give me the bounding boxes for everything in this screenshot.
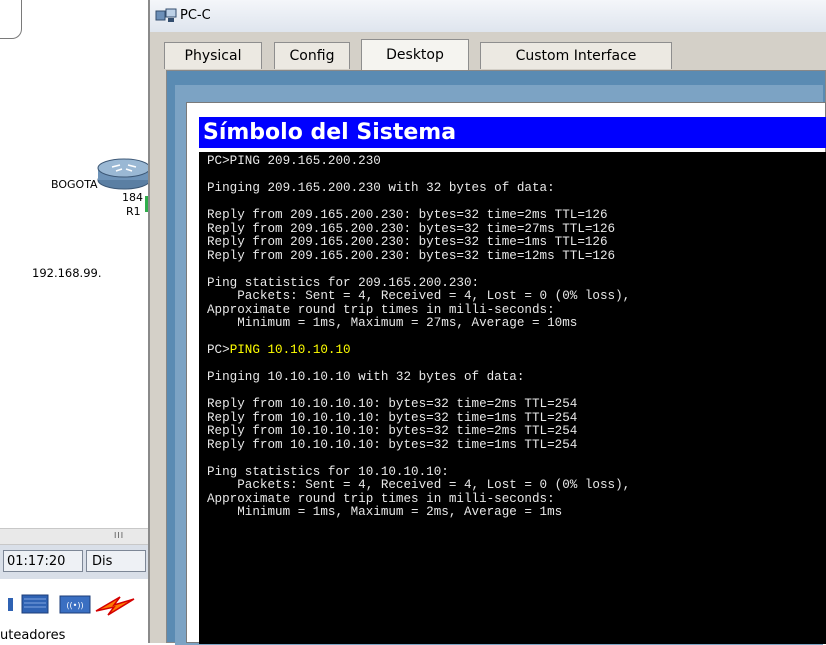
terminal-line: PC>PING 209.165.200.230	[207, 154, 381, 168]
command-text: PING 10.10.10.10	[229, 343, 351, 357]
scroll-grip-icon[interactable]: III	[114, 531, 124, 540]
command-prompt-dialog: Símbolo del Sistema PC>PING 209.165.200.…	[186, 102, 826, 644]
network-ip-label: 192.168.99.	[32, 266, 102, 280]
terminal-line: Minimum = 1ms, Maximum = 27ms, Average =…	[207, 316, 578, 330]
wireless-icon[interactable]: ((•))	[59, 595, 91, 614]
tab-config[interactable]: Config	[274, 42, 350, 69]
terminal-line: Reply from 10.10.10.10: bytes=32 time=1m…	[207, 410, 578, 425]
terminal-line: Approximate round trip times in milli-se…	[207, 302, 555, 317]
device-name-label: BOGOTA	[51, 178, 98, 191]
pc-icon	[155, 8, 177, 22]
category-label: uteadores	[0, 628, 66, 643]
terminal-line: Approximate round trip times in milli-se…	[207, 491, 555, 506]
window-title: PC-C	[180, 8, 211, 23]
window-titlebar[interactable]: PC-C	[150, 0, 826, 32]
device-id-label: R1	[126, 205, 141, 218]
tab-custom-interface[interactable]: Custom Interface	[480, 42, 672, 69]
svg-text:((•)): ((•))	[66, 601, 83, 610]
terminal-line: Ping statistics for 209.165.200.230:	[207, 275, 480, 290]
horizontal-scrollbar[interactable]: III	[0, 528, 148, 545]
terminal-line: Minimum = 1ms, Maximum = 2ms, Average = …	[207, 505, 563, 519]
router-icon[interactable]	[96, 158, 148, 190]
tab-desktop[interactable]: Desktop	[361, 39, 469, 70]
terminal-line: Pinging 10.10.10.10 with 32 bytes of dat…	[207, 370, 525, 384]
terminal-line: Reply from 209.165.200.230: bytes=32 tim…	[207, 248, 616, 263]
simulation-time: 01:17:20	[3, 550, 83, 572]
lightning-connection-icon[interactable]	[95, 596, 135, 616]
time-bar: 01:17:20 Dis	[0, 545, 148, 579]
tab-physical[interactable]: Physical	[164, 42, 262, 69]
terminal-line: Ping statistics for 10.10.10.10:	[207, 464, 449, 479]
terminal-line: PC>PING 10.10.10.10	[207, 343, 630, 358]
terminal-line: Reply from 10.10.10.10: bytes=32 time=2m…	[207, 424, 578, 438]
terminal-line: Packets: Sent = 4, Received = 4, Lost = …	[207, 289, 631, 303]
device-category-icon[interactable]	[8, 594, 49, 614]
terminal-output[interactable]: PC>PING 209.165.200.230 Pinging 209.165.2…	[199, 152, 826, 644]
terminal-line: Reply from 10.10.10.10: bytes=32 time=1m…	[207, 437, 578, 452]
device-model-label: 184	[122, 191, 143, 204]
workspace-pane[interactable]: BOGOTA 184 R1 192.168.99. III 01:17:20 D…	[0, 0, 148, 643]
terminal-line: Reply from 209.165.200.230: bytes=32 tim…	[207, 208, 608, 222]
terminal-lines: PC>PING 209.165.200.230 Pinging 209.165.2…	[207, 154, 631, 520]
terminal-line: Pinging 209.165.200.230 with 32 bytes of…	[207, 181, 555, 195]
terminal-line: Reply from 10.10.10.10: bytes=32 time=2m…	[207, 397, 578, 411]
dialog-title: Símbolo del Sistema	[199, 117, 826, 148]
workspace-cluster-shape	[0, 0, 22, 39]
device-palette[interactable]: ((•))	[0, 585, 148, 625]
terminal-line: Reply from 209.165.200.230: bytes=32 tim…	[207, 235, 608, 249]
prompt-text: PC>	[207, 343, 230, 357]
terminal-line: Reply from 209.165.200.230: bytes=32 tim…	[207, 221, 616, 236]
terminal-line: Packets: Sent = 4, Received = 4, Lost = …	[207, 478, 631, 492]
dis-button[interactable]: Dis	[86, 550, 146, 572]
